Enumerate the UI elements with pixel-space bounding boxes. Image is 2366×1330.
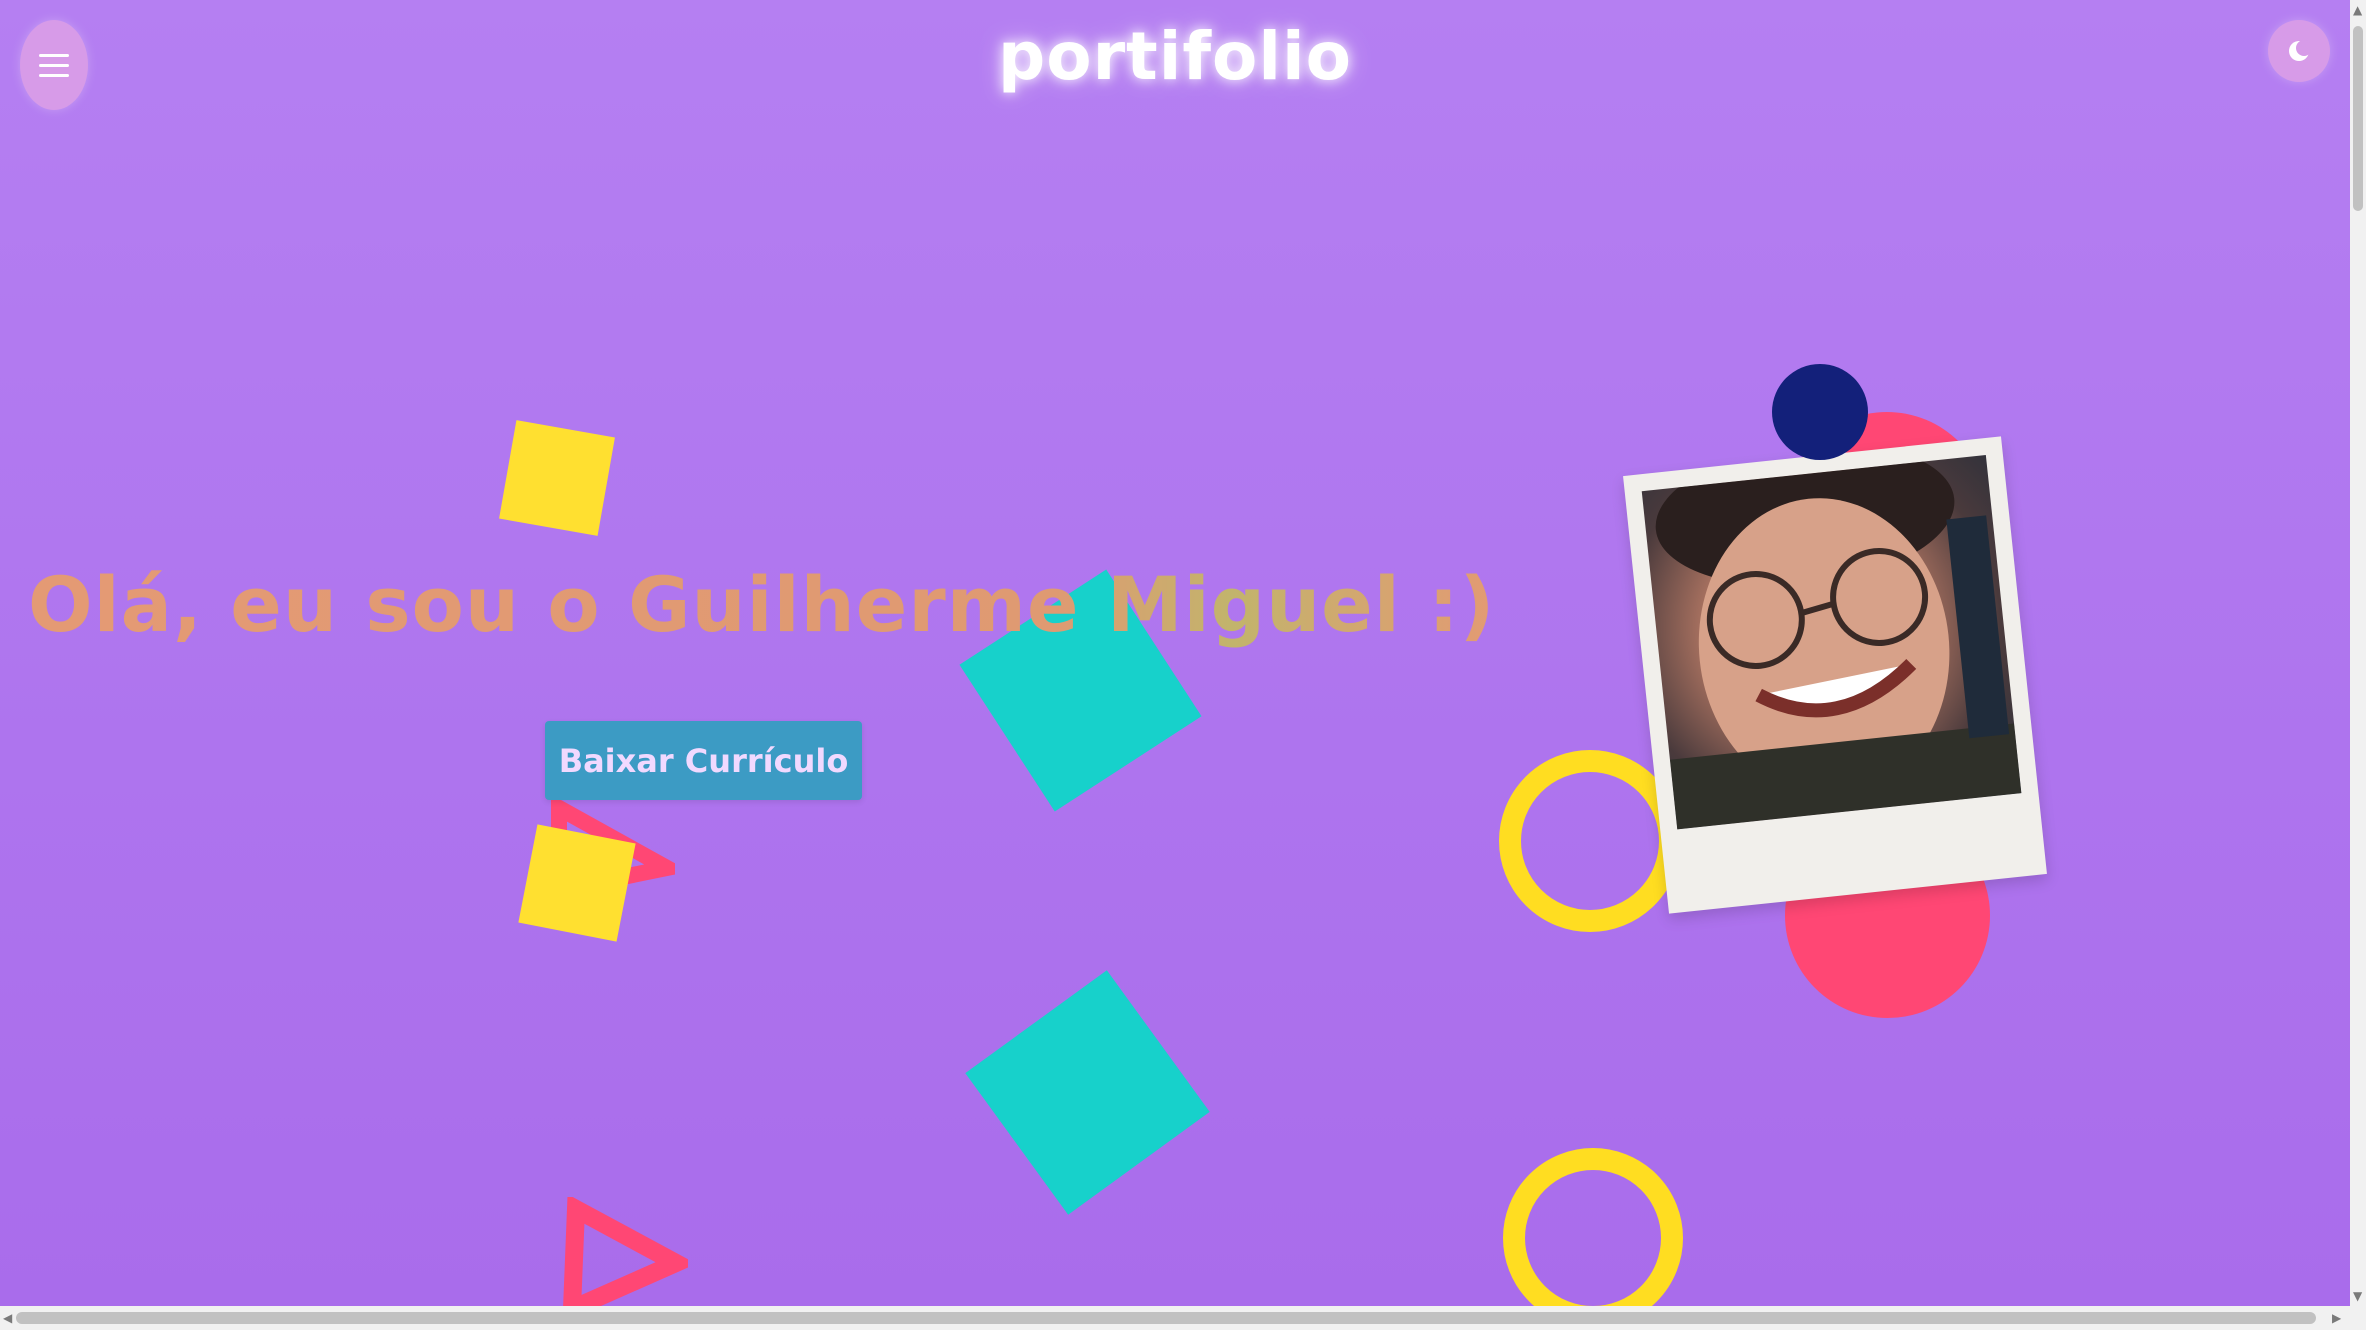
- navy-circle-decoration: [1772, 364, 1868, 460]
- scroll-down-icon[interactable]: ▼: [2353, 1290, 2362, 1302]
- download-cv-button[interactable]: Baixar Currículo: [545, 721, 862, 800]
- yellow-ring-decoration: [1503, 1148, 1683, 1306]
- vertical-scrollbar[interactable]: ▲ ▼: [2350, 0, 2366, 1306]
- page-viewport: portifolio Olá, eu sou o Guilherme Migue…: [0, 0, 2350, 1306]
- theme-toggle-button[interactable]: [2268, 20, 2330, 82]
- yellow-square-decoration: [518, 824, 636, 942]
- horizontal-scrollbar[interactable]: ◀ ▶: [0, 1306, 2366, 1330]
- horizontal-scroll-thumb[interactable]: [16, 1312, 2316, 1324]
- vertical-scroll-thumb[interactable]: [2353, 26, 2363, 211]
- scroll-right-icon[interactable]: ▶: [2332, 1312, 2341, 1324]
- moon-icon: [2289, 40, 2311, 61]
- cyan-square-decoration: [965, 970, 1210, 1215]
- hero-title: Olá, eu sou o Guilherme Miguel :): [28, 560, 1496, 649]
- pink-triangle-decoration: [563, 1197, 688, 1306]
- yellow-square-decoration: [499, 420, 615, 536]
- scroll-up-icon[interactable]: ▲: [2353, 4, 2362, 16]
- site-logo[interactable]: portifolio: [0, 18, 2350, 95]
- yellow-ring-decoration: [1499, 750, 1681, 932]
- profile-polaroid: [1623, 436, 2047, 914]
- scroll-left-icon[interactable]: ◀: [3, 1312, 12, 1324]
- profile-photo: [1641, 455, 2022, 830]
